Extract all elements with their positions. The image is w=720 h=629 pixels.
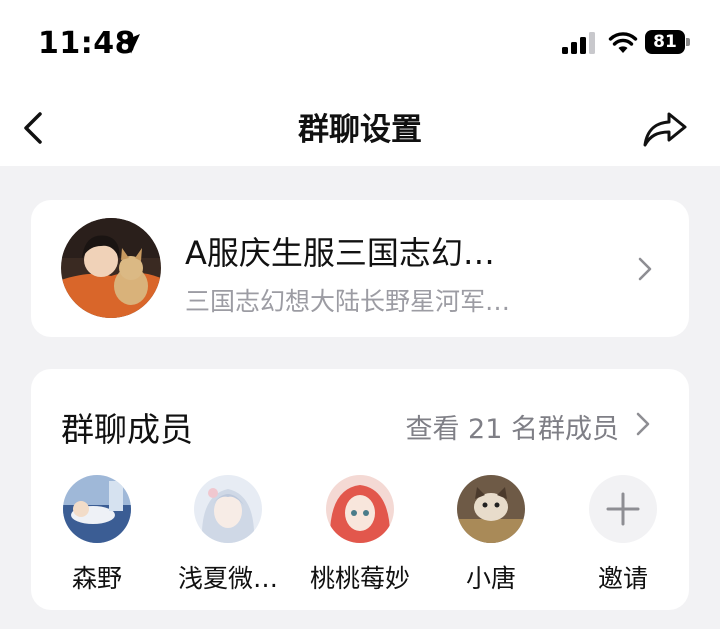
member-avatar [63, 475, 131, 543]
member-name: 桃桃莓妙 [309, 564, 410, 593]
member-avatar-image [194, 475, 262, 543]
chevron-right-icon [638, 257, 652, 281]
group-info-card[interactable]: A服庆生服三国志幻… 三国志幻想大陆长野星河军… [31, 200, 689, 337]
group-avatar [61, 218, 161, 318]
member-item[interactable]: 浅夏微… [173, 475, 283, 595]
member-avatar [457, 475, 525, 543]
member-avatar-image [326, 475, 394, 543]
plus-icon [606, 492, 640, 526]
member-item[interactable]: 森野 [42, 475, 152, 595]
invite-avatar [589, 475, 657, 543]
members-card: 群聊成员 查看 21 名群成员 森野 浅夏微… 桃桃莓妙 小唐 邀请 [31, 369, 689, 610]
member-avatar [194, 475, 262, 543]
share-icon[interactable] [642, 108, 688, 148]
header-area: 11:48 81 群聊设置 [0, 0, 720, 166]
nav-bar: 群聊设置 [0, 90, 720, 166]
group-avatar-image [61, 218, 161, 318]
invite-label: 邀请 [597, 564, 648, 593]
member-name: 小唐 [465, 564, 516, 593]
battery-tip [686, 38, 690, 46]
page-title: 群聊设置 [298, 112, 422, 148]
location-arrow-icon [120, 34, 140, 54]
member-avatar-image [63, 475, 131, 543]
member-item[interactable]: 桃桃莓妙 [305, 475, 415, 595]
member-item[interactable]: 小唐 [436, 475, 546, 595]
group-name: A服庆生服三国志幻… [185, 234, 495, 272]
member-avatar-image [457, 475, 525, 543]
group-description: 三国志幻想大陆长野星河军… [185, 287, 511, 316]
wifi-icon [608, 32, 638, 53]
member-name: 森野 [71, 564, 122, 593]
battery-icon: 81 [645, 30, 691, 54]
view-all-members-link[interactable]: 查看 21 名群成员 [391, 407, 619, 446]
battery-level: 81 [653, 32, 677, 52]
invite-member-button[interactable]: 邀请 [568, 475, 678, 595]
members-section-title: 群聊成员 [61, 410, 193, 449]
status-bar: 11:48 81 [0, 0, 720, 90]
signal-icon [562, 32, 595, 54]
chevron-right-icon[interactable] [633, 409, 653, 439]
member-name: 浅夏微… [177, 564, 278, 593]
member-avatar [326, 475, 394, 543]
